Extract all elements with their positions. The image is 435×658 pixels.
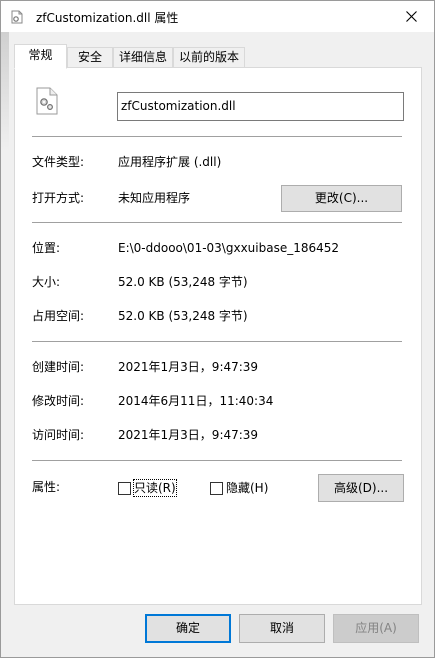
tab-previous-versions[interactable]: 以前的版本 <box>173 47 245 68</box>
tab-general[interactable]: 常规 <box>14 44 67 69</box>
dll-file-icon <box>11 10 23 24</box>
size-on-disk-label: 占用空间: <box>32 309 85 323</box>
divider <box>32 136 402 137</box>
file-type-label: 文件类型: <box>32 155 85 169</box>
size-on-disk-value: 52.0 KB (53,248 字节) <box>118 309 248 323</box>
readonly-checkbox[interactable] <box>118 482 131 495</box>
accessed-value: 2021年1月3日，9:47:39 <box>118 428 259 442</box>
attributes-label: 属性: <box>32 480 61 494</box>
location-value: E:\0-ddooo\01-03\gxxuibase_186452 <box>118 241 340 255</box>
opens-with-value: 未知应用程序 <box>118 191 191 205</box>
hidden-checkbox[interactable] <box>210 482 223 495</box>
general-panel <box>14 67 422 605</box>
hidden-label[interactable]: 隐藏(H) <box>226 480 268 496</box>
divider <box>32 460 402 461</box>
tab-details[interactable]: 详细信息 <box>113 47 173 68</box>
close-button[interactable] <box>388 1 434 32</box>
size-value: 52.0 KB (53,248 字节) <box>118 275 248 289</box>
divider <box>32 222 402 223</box>
opens-with-label: 打开方式: <box>32 191 85 205</box>
properties-dialog: zfCustomization.dll 属性 常规 安全 详细信息 以前的版本 … <box>0 0 435 658</box>
ok-button[interactable]: 确定 <box>145 614 231 643</box>
file-type-value: 应用程序扩展 (.dll) <box>118 155 222 169</box>
created-label: 创建时间: <box>32 360 85 374</box>
apply-button[interactable]: 应用(A) <box>333 614 419 643</box>
divider <box>32 341 402 342</box>
file-name-field[interactable]: zfCustomization.dll <box>117 92 404 121</box>
tab-security[interactable]: 安全 <box>67 47 113 68</box>
close-icon <box>405 11 417 22</box>
readonly-label[interactable]: 只读(R) <box>133 479 177 497</box>
accessed-label: 访问时间: <box>32 428 85 442</box>
created-value: 2021年1月3日，9:47:39 <box>118 360 259 374</box>
dll-gear-file-icon <box>36 87 58 115</box>
background-window-edge <box>1 32 9 152</box>
size-label: 大小: <box>32 275 61 289</box>
window-title: zfCustomization.dll 属性 <box>36 11 179 25</box>
modified-label: 修改时间: <box>32 394 85 408</box>
title-bar[interactable]: zfCustomization.dll 属性 <box>1 1 434 32</box>
cancel-button[interactable]: 取消 <box>239 614 325 643</box>
location-label: 位置: <box>32 241 61 255</box>
change-button[interactable]: 更改(C)... <box>281 185 402 212</box>
advanced-button[interactable]: 高级(D)... <box>318 474 404 502</box>
modified-value: 2014年6月11日，11:40:34 <box>118 394 274 408</box>
